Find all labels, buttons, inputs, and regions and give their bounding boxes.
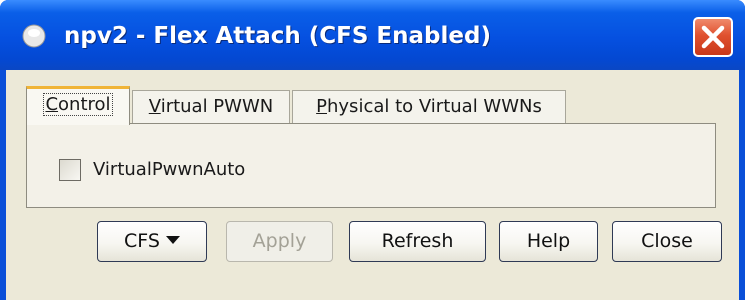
tab-virtual-pwwn-label: Virtual PWWN (148, 96, 274, 117)
apply-button-label: Apply (252, 230, 307, 252)
virtual-pwwn-auto-label[interactable]: VirtualPwwnAuto (93, 155, 245, 185)
window-title: npv2 - Flex Attach (CFS Enabled) (64, 23, 491, 49)
cfs-button-label: CFS (124, 230, 160, 252)
cfs-menu-button[interactable]: CFS (97, 221, 207, 262)
dialog-body: Control Virtual PWWN Physical to Virtual… (6, 70, 739, 300)
app-icon (22, 24, 46, 48)
help-button-label: Help (526, 230, 571, 252)
tab-physical-to-virtual-wwns-label: Physical to Virtual WWNs (316, 96, 542, 117)
refresh-button[interactable]: Refresh (349, 221, 486, 262)
tab-control[interactable]: Control (26, 86, 130, 125)
refresh-button-label: Refresh (381, 230, 454, 252)
tab-control-label: Control (43, 93, 113, 116)
close-icon (701, 25, 725, 49)
close-button-label: Close (641, 230, 693, 252)
close-window-button[interactable] (693, 17, 733, 57)
tab-virtual-pwwn[interactable]: Virtual PWWN (132, 90, 290, 124)
close-button[interactable]: Close (612, 221, 722, 262)
apply-button[interactable]: Apply (226, 221, 333, 262)
tab-physical-to-virtual-wwns[interactable]: Physical to Virtual WWNs (292, 90, 566, 124)
help-button[interactable]: Help (499, 221, 598, 262)
title-bar[interactable]: npv2 - Flex Attach (CFS Enabled) (0, 0, 745, 70)
virtual-pwwn-auto-checkbox[interactable] (59, 159, 81, 181)
control-tab-panel: VirtualPwwnAuto (26, 123, 716, 208)
dialog-window: npv2 - Flex Attach (CFS Enabled) Control… (0, 0, 745, 300)
chevron-down-icon (165, 236, 180, 244)
